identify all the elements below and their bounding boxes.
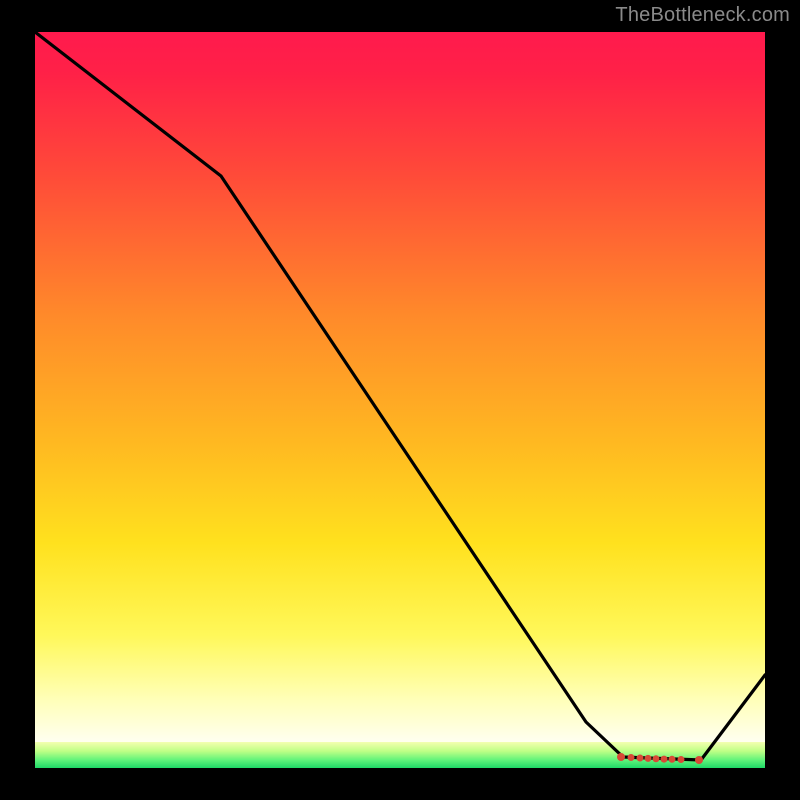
plot-area: [35, 32, 765, 768]
green-band: [35, 742, 765, 768]
figure: TheBottleneck.com: [0, 0, 800, 800]
attribution-text: TheBottleneck.com: [615, 4, 790, 27]
heat-gradient: [35, 32, 765, 742]
chart-svg: [35, 32, 765, 768]
